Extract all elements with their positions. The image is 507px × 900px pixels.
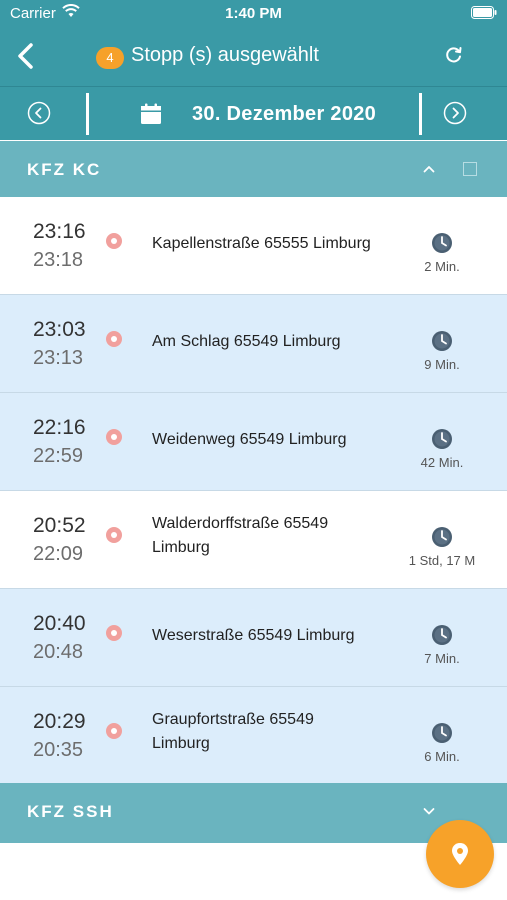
app-header: Carrier 1:40 PM 4 Stopp (s) ausgewählt 3…	[0, 0, 507, 140]
stop-start-time: 23:03	[33, 318, 86, 341]
stop-row[interactable]: 23:03 23:13 Am Schlag 65549 Limburg 9 Mi…	[0, 295, 507, 393]
stop-end-time: 20:35	[33, 739, 84, 761]
date-divider-right	[419, 93, 422, 135]
stop-address: Weserstraße 65549 Limburg	[152, 627, 355, 644]
stop-start-time: 20:52	[33, 514, 86, 537]
group-title: KFZ KC	[27, 160, 102, 179]
selected-date[interactable]: 30. Dezember 2020	[192, 103, 376, 126]
map-fab-button[interactable]	[426, 820, 494, 888]
stop-status-dot	[106, 331, 122, 347]
clock-icon	[432, 723, 452, 743]
stop-end-time: 22:59	[33, 445, 84, 467]
stop-row[interactable]: 20:29 20:35 Graupfortstraße 65549 Limbur…	[0, 687, 507, 783]
page-title: Stopp (s) ausgewählt	[131, 44, 319, 66]
stop-address: Am Schlag 65549 Limburg	[152, 333, 341, 350]
group-title: KFZ SSH	[27, 802, 114, 821]
stop-status-dot	[106, 723, 122, 739]
clock-icon	[432, 233, 452, 253]
chevron-up-icon[interactable]	[421, 161, 437, 177]
status-bar: Carrier 1:40 PM	[0, 0, 507, 28]
stop-end-time: 22:09	[33, 543, 84, 565]
date-bar: 30. Dezember 2020	[0, 86, 507, 140]
battery-icon	[471, 6, 497, 19]
stop-duration: 7 Min.	[424, 651, 460, 666]
date-divider-left	[86, 93, 89, 135]
map-pin-icon	[452, 843, 468, 865]
back-chevron-icon[interactable]	[14, 40, 40, 72]
nav-bar: 4 Stopp (s) ausgewählt	[0, 34, 507, 80]
stop-status-dot	[106, 527, 122, 543]
stop-duration: 1 Std, 17 M	[408, 553, 476, 568]
group-select-checkbox[interactable]	[463, 162, 477, 176]
group-header-kfz-kc[interactable]: KFZ KC	[0, 141, 507, 197]
selected-count-badge: 4	[96, 47, 124, 69]
circle-chevron-left-icon[interactable]	[27, 101, 51, 125]
stop-status-dot	[106, 625, 122, 641]
stop-end-time: 23:18	[33, 249, 84, 271]
clock-icon	[432, 527, 452, 547]
stop-address: Graupfortstraße 65549 Limburg	[152, 711, 314, 752]
stop-start-time: 20:29	[33, 710, 86, 733]
stop-address: Walderdorffstraße 65549 Limburg	[152, 515, 329, 556]
chevron-down-icon[interactable]	[421, 803, 437, 819]
stop-duration: 2 Min.	[424, 259, 460, 274]
stop-duration: 9 Min.	[424, 357, 460, 372]
refresh-icon[interactable]	[443, 44, 465, 66]
stop-status-dot	[106, 233, 122, 249]
stop-start-time: 23:16	[33, 220, 86, 243]
stop-address: Weidenweg 65549 Limburg	[152, 431, 347, 448]
stop-end-time: 23:13	[33, 347, 84, 369]
clock-icon	[432, 625, 452, 645]
stop-start-time: 22:16	[33, 416, 86, 439]
calendar-icon	[141, 103, 161, 124]
stop-address: Kapellenstraße 65555 Limburg	[152, 235, 371, 252]
clock-icon	[432, 429, 452, 449]
stop-row[interactable]: 23:16 23:18 Kapellenstraße 65555 Limburg…	[0, 197, 507, 295]
stop-end-time: 20:48	[33, 641, 84, 663]
stop-row[interactable]: 20:52 22:09 Walderdorffstraße 65549 Limb…	[0, 491, 507, 589]
clock-icon	[432, 331, 452, 351]
stop-duration: 42 Min.	[420, 455, 464, 470]
circle-chevron-right-icon[interactable]	[443, 101, 467, 125]
stop-row[interactable]: 22:16 22:59 Weidenweg 65549 Limburg 42 M…	[0, 393, 507, 491]
stop-duration: 6 Min.	[424, 749, 460, 764]
stop-status-dot	[106, 429, 122, 445]
stop-start-time: 20:40	[33, 612, 86, 635]
stop-row[interactable]: 20:40 20:48 Weserstraße 65549 Limburg 7 …	[0, 589, 507, 687]
status-time: 1:40 PM	[225, 5, 282, 22]
